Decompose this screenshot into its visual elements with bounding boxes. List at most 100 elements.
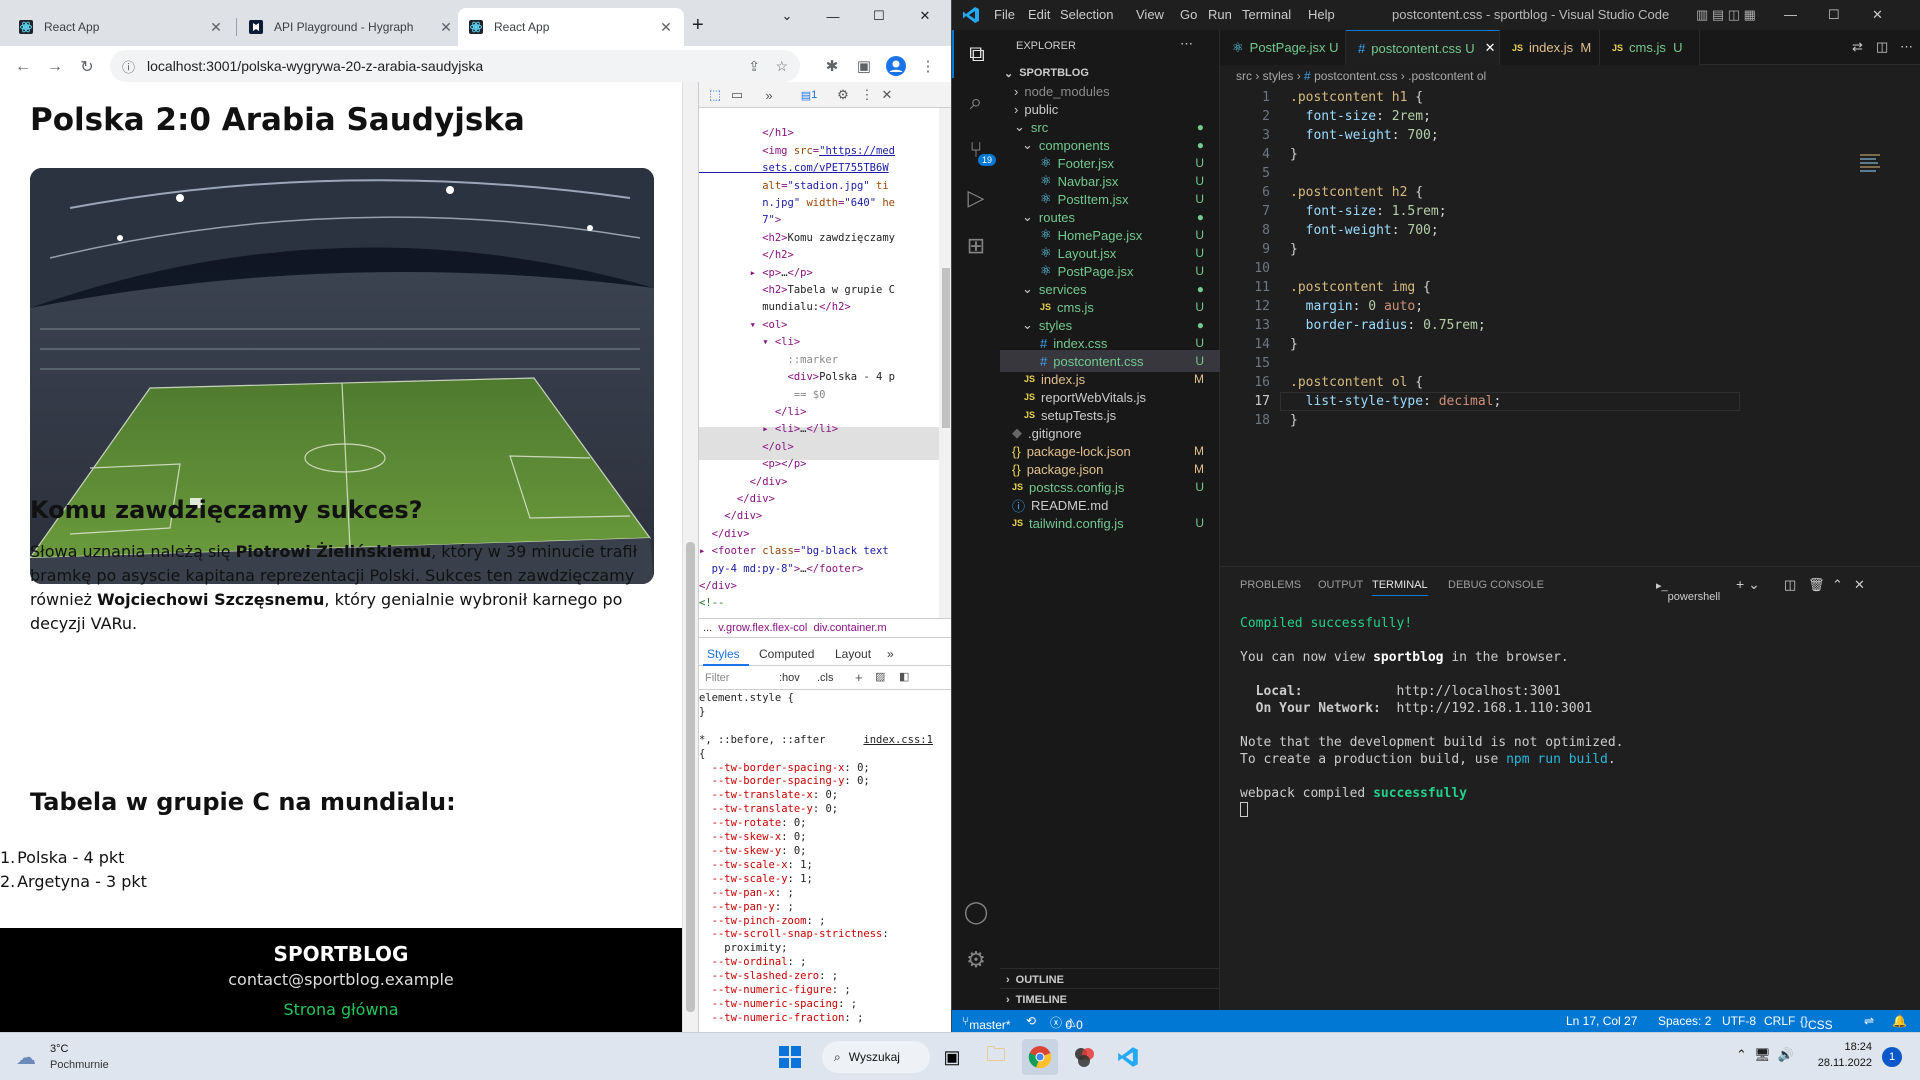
task-view-icon[interactable]: ▣ (934, 1039, 970, 1075)
start-button-icon[interactable] (772, 1039, 808, 1075)
crumb-item[interactable]: div.container.m (813, 622, 886, 634)
menu-help[interactable]: Help (1308, 7, 1335, 22)
extensions-icon[interactable]: ⊞ (952, 222, 1000, 270)
more-tabs-icon[interactable]: » (759, 85, 779, 105)
clock-date[interactable]: 28.11.2022 (1806, 1057, 1872, 1069)
footer-email[interactable]: contact@sportblog.example (0, 970, 682, 989)
editor-tab-cms[interactable]: JS cms.js U (1600, 30, 1700, 65)
line-ending[interactable]: CRLF (1764, 1014, 1795, 1028)
inspect-element-icon[interactable]: ⬚ (705, 85, 725, 105)
close-window-icon[interactable]: ✕ (1872, 7, 1883, 23)
close-tab-icon[interactable]: ✕ (658, 19, 674, 36)
tab-terminal[interactable]: TERMINAL (1372, 579, 1428, 596)
maximize-icon[interactable]: ☐ (856, 0, 902, 32)
dom-breadcrumb[interactable]: ... v.grow.flex.flex-col div.container.m (699, 618, 951, 638)
tab-styles[interactable]: Styles (707, 647, 740, 661)
close-window-icon[interactable]: ✕ (902, 0, 948, 32)
browser-tab-2[interactable]: API Playground - Hygraph ✕ (238, 8, 464, 46)
weather-desc[interactable]: Pochmurnie (50, 1059, 109, 1071)
git-branch-status[interactable]: ⑂ master* (962, 1014, 1011, 1032)
weather-cloud-icon[interactable]: ☁ (16, 1045, 36, 1070)
manage-gear-icon[interactable]: ⚙ (952, 936, 1000, 984)
hov-toggle[interactable]: :hov (779, 672, 800, 684)
menu-run[interactable]: Run (1208, 7, 1232, 22)
menu-go[interactable]: Go (1180, 7, 1197, 22)
menu-selection[interactable]: Selection (1060, 7, 1113, 22)
encoding[interactable]: UTF-8 (1722, 1014, 1756, 1028)
new-terminal-icon[interactable]: + ⌄ (1736, 576, 1760, 593)
search-icon[interactable]: ⌕ (952, 78, 1000, 126)
tab-output[interactable]: OUTPUT (1318, 579, 1363, 591)
notification-badge[interactable]: 1 (1882, 1047, 1902, 1067)
indentation[interactable]: Spaces: 2 (1658, 1014, 1711, 1028)
settings-gear-icon[interactable]: ⚙ (833, 85, 853, 105)
extensions-icon[interactable]: ✱ (820, 54, 844, 78)
url-bar[interactable]: ⓘ localhost:3001/polska-wygrywa-20-z-ara… (110, 50, 800, 82)
element-state-icon[interactable]: ▨ (875, 670, 885, 683)
maximize-panel-icon[interactable]: ⌃ (1832, 577, 1843, 593)
source-control-icon[interactable]: ⑂ 19 (952, 126, 1000, 174)
tab-computed[interactable]: Computed (759, 647, 814, 661)
toggle-sidebar-icon[interactable]: ◧ (899, 670, 909, 683)
language-mode[interactable]: {} CSS (1800, 1014, 1833, 1032)
explorer-more-icon[interactable]: ⋯ (1180, 36, 1193, 52)
crumb-item[interactable]: ... (703, 622, 712, 634)
editor-more-icon[interactable]: ⋯ (1900, 39, 1913, 55)
page-scrollbar[interactable] (682, 82, 698, 1032)
outline-section[interactable]: › OUTLINE (1000, 968, 1220, 990)
chrome-taskbar-icon[interactable] (1022, 1039, 1058, 1075)
menu-view[interactable]: View (1136, 7, 1164, 22)
term-local-url[interactable]: http://localhost:3001 (1397, 684, 1561, 699)
cls-toggle[interactable]: .cls (817, 672, 834, 684)
device-toolbar-icon[interactable]: ▭ (727, 85, 747, 105)
close-devtools-icon[interactable]: ✕ (877, 85, 897, 105)
vscode-taskbar-icon[interactable] (1110, 1039, 1146, 1075)
browser-tab-3[interactable]: React App ✕ (458, 8, 684, 46)
taskbar-search[interactable]: ⌕ Wyszukaj (822, 1041, 930, 1073)
close-tab-icon[interactable]: ✕ (438, 19, 454, 36)
compare-changes-icon[interactable]: ⇄ (1852, 39, 1863, 55)
weather-temp[interactable]: 3°C (50, 1043, 68, 1055)
new-style-rule-icon[interactable]: + (855, 670, 863, 685)
dom-tree[interactable]: </h1> <img src="https://med sets.com/vPE… (699, 108, 939, 608)
problems-status[interactable]: ⓧ 0 ⚠ 0 (1050, 1014, 1083, 1032)
maximize-icon[interactable]: ☐ (1828, 7, 1840, 23)
crumb-symbol[interactable]: .postcontent ol (1408, 69, 1486, 83)
bookmark-star-icon[interactable]: ☆ (775, 58, 788, 75)
system-tray-icons[interactable]: ⌃ 🖥 🔊 (1736, 1047, 1794, 1063)
close-panel-icon[interactable]: ✕ (1854, 577, 1865, 593)
side-panel-icon[interactable]: ▣ (852, 54, 876, 78)
minimize-icon[interactable]: — (1784, 7, 1797, 22)
menu-edit[interactable]: Edit (1028, 7, 1050, 22)
tab-layout[interactable]: Layout (835, 647, 871, 661)
rule-source-link[interactable]: index.css:1 (863, 734, 933, 746)
run-debug-icon[interactable]: ▷ (952, 174, 1000, 222)
explorer-files-icon[interactable]: ⧉ (952, 30, 1000, 78)
term-network-url[interactable]: http://192.168.1.110:3001 (1397, 701, 1593, 716)
footer-home-link[interactable]: Strona główna (0, 1000, 682, 1019)
crumb-item[interactable]: v.grow.flex.flex-col (718, 622, 807, 634)
share-icon[interactable]: ⇪ (748, 58, 760, 75)
dom-scrollbar[interactable] (939, 108, 951, 618)
styles-pane[interactable]: element.style { } *, ::before, ::after i… (699, 692, 939, 1032)
back-icon[interactable]: ← (10, 54, 36, 80)
split-editor-icon[interactable]: ◫ (1876, 39, 1888, 55)
devtools-menu-icon[interactable]: ⋮ (857, 85, 877, 105)
crumb-file[interactable]: postcontent.css (1314, 69, 1397, 83)
live-share-icon[interactable]: ⇌ (1864, 1014, 1874, 1028)
new-tab-icon[interactable]: + (692, 14, 704, 37)
accounts-icon[interactable]: ◯ (952, 888, 1000, 936)
close-tab-icon[interactable]: ✕ (208, 19, 224, 36)
split-terminal-icon[interactable]: ◫ (1784, 577, 1796, 593)
browser-tab-1[interactable]: React App ✕ (8, 8, 234, 46)
tab-debug-console[interactable]: DEBUG CONSOLE (1448, 579, 1544, 591)
issues-badge[interactable]: ▤ 1 (795, 85, 823, 105)
timeline-section[interactable]: › TIMELINE (1000, 988, 1220, 1010)
terminal-shell-selector[interactable]: ▸_ powershell (1656, 579, 1720, 603)
tab-search-icon[interactable]: ⌄ (764, 0, 810, 32)
tab-problems[interactable]: PROBLEMS (1240, 579, 1301, 591)
chrome-menu-icon[interactable]: ⋮ (916, 54, 940, 78)
sync-icon[interactable]: ⟲ (1026, 1014, 1036, 1028)
minimap[interactable] (1860, 116, 1890, 172)
editor-tab-index[interactable]: JS index.js M (1500, 30, 1600, 65)
